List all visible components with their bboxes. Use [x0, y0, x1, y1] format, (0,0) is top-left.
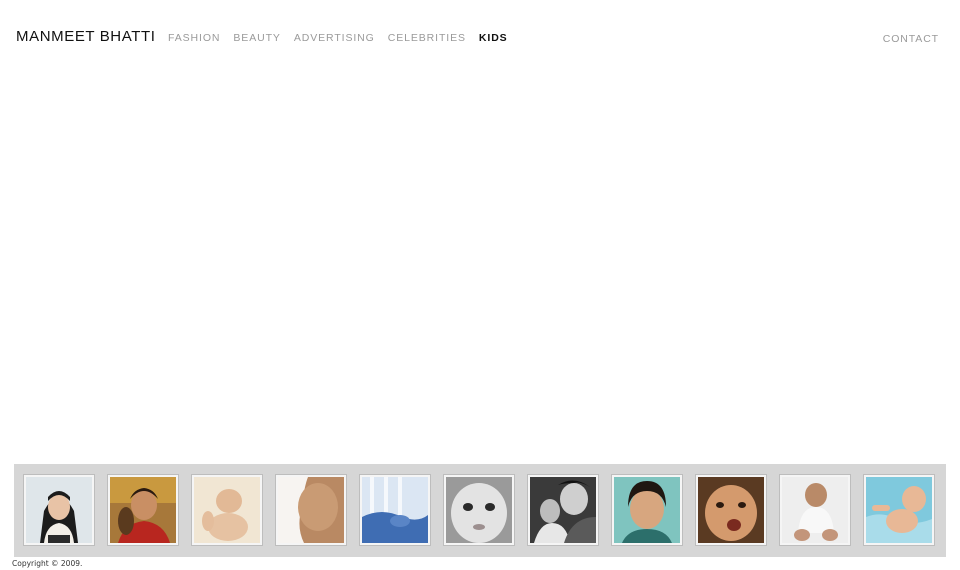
- copyright-text: Copyright © 2009.: [12, 559, 83, 568]
- photo-baby-profile: [278, 477, 344, 543]
- page: MANMEET BHATTI FASHION BEAUTY ADVERTISIN…: [0, 0, 960, 570]
- thumbnail[interactable]: [611, 474, 683, 546]
- nav-fashion[interactable]: FASHION: [168, 32, 220, 44]
- nav-advertising[interactable]: ADVERTISING: [294, 32, 375, 44]
- thumbnail[interactable]: [527, 474, 599, 546]
- photo-blue-blanket: [362, 477, 428, 543]
- main-nav: FASHION BEAUTY ADVERTISING CELEBRITIES K…: [168, 32, 508, 44]
- header: MANMEET BHATTI FASHION BEAUTY ADVERTISIN…: [0, 0, 960, 60]
- photo-baby-sitting: [782, 477, 848, 543]
- nav-kids[interactable]: KIDS: [479, 32, 508, 44]
- thumbnail[interactable]: [863, 474, 935, 546]
- photo-baby-water: [866, 477, 932, 543]
- photo-baby-laughing: [698, 477, 764, 543]
- photo-baby-face-bw: [446, 477, 512, 543]
- photo-smiling-boy: [110, 477, 176, 543]
- nav-beauty[interactable]: BEAUTY: [233, 32, 280, 44]
- contact-link[interactable]: CONTACT: [883, 33, 939, 45]
- photo-baby-lying: [194, 477, 260, 543]
- thumbnail[interactable]: [695, 474, 767, 546]
- thumbnail[interactable]: [107, 474, 179, 546]
- thumbnail[interactable]: [191, 474, 263, 546]
- photo-boy-teal: [614, 477, 680, 543]
- photo-girl-bangs: [26, 477, 92, 543]
- thumbnail[interactable]: [359, 474, 431, 546]
- photo-mother-child-bw: [530, 477, 596, 543]
- thumbnail-strip: [14, 464, 946, 557]
- thumbnail[interactable]: [443, 474, 515, 546]
- nav-celebrities[interactable]: CELEBRITIES: [388, 32, 466, 44]
- thumbnail[interactable]: [23, 474, 95, 546]
- thumbnail[interactable]: [779, 474, 851, 546]
- thumbnail[interactable]: [275, 474, 347, 546]
- site-title[interactable]: MANMEET BHATTI: [16, 28, 156, 46]
